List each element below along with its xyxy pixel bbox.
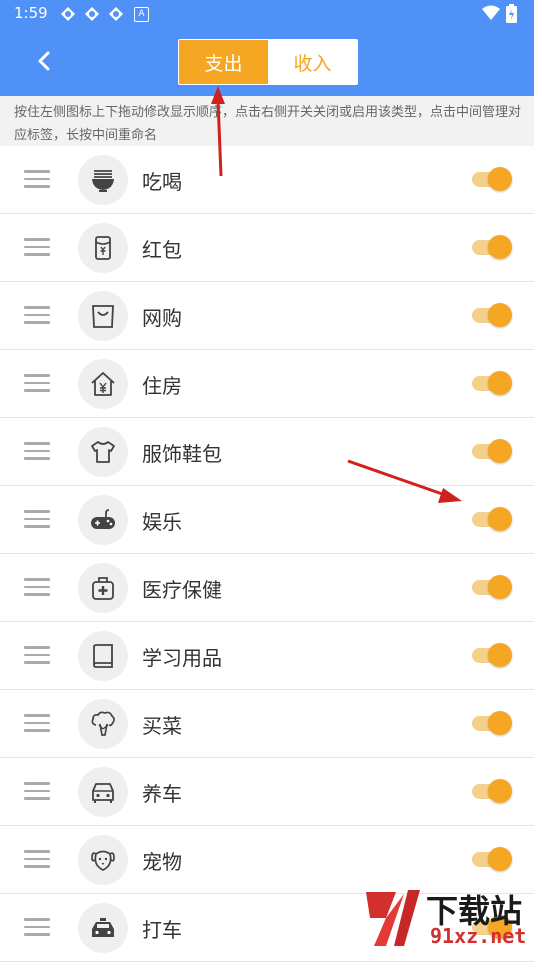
drag-handle-icon[interactable] (24, 850, 50, 870)
dog-icon (91, 850, 115, 871)
category-enable-toggle[interactable] (472, 507, 512, 531)
category-icon-button[interactable] (78, 903, 128, 953)
battery-icon (506, 4, 517, 23)
category-label[interactable]: 吃喝 (142, 166, 182, 195)
category-icon-button[interactable] (78, 223, 128, 273)
red-envelope-icon (95, 236, 111, 260)
category-row[interactable]: 吃喝 (0, 146, 534, 214)
status-bar: 1:59 A (0, 0, 534, 28)
category-label[interactable]: 学习用品 (142, 642, 222, 671)
expense-income-toggle[interactable]: 支出 收入 (178, 39, 358, 85)
drag-handle-icon[interactable] (24, 238, 50, 258)
medical-kit-icon (92, 577, 114, 600)
category-list: 吃喝 红包 网购 住房 服饰鞋包 娱乐 医疗保健 学习用品 买菜 养车 宠物 打… (0, 146, 534, 962)
noodle-bowl-icon (92, 170, 114, 192)
category-row[interactable]: 医疗保健 (0, 554, 534, 622)
category-enable-toggle[interactable] (472, 371, 512, 395)
book-icon (93, 644, 113, 668)
category-icon-button[interactable] (78, 359, 128, 409)
site-watermark: 下载站 91xz.net (356, 884, 534, 950)
drag-handle-icon[interactable] (24, 306, 50, 326)
category-label[interactable]: 网购 (142, 302, 182, 331)
category-icon-button[interactable] (78, 291, 128, 341)
category-enable-toggle[interactable] (472, 779, 512, 803)
taxi-icon (92, 918, 114, 937)
app-notification-icon (109, 7, 123, 21)
drag-handle-icon[interactable] (24, 714, 50, 734)
category-icon-button[interactable] (78, 767, 128, 817)
status-time: 1:59 (14, 4, 48, 22)
instruction-hint: 按住左侧图标上下拖动修改显示顺序，点击右侧开关关闭或启用该类型，点击中间管理对应… (0, 96, 534, 146)
drag-handle-icon[interactable] (24, 918, 50, 938)
hint-text: 按住左侧图标上下拖动修改显示顺序，点击右侧开关关闭或启用该类型，点击中间管理对应… (14, 105, 522, 143)
broccoli-icon (91, 711, 115, 736)
category-row[interactable]: 养车 (0, 758, 534, 826)
drag-handle-icon[interactable] (24, 782, 50, 802)
header-bar: 1:59 A 支出 收入 (0, 0, 534, 96)
category-label[interactable]: 娱乐 (142, 506, 182, 535)
notification-badge-icon: A (134, 7, 149, 22)
category-row[interactable]: 娱乐 (0, 486, 534, 554)
category-enable-toggle[interactable] (472, 847, 512, 871)
drag-handle-icon[interactable] (24, 170, 50, 190)
category-label[interactable]: 宠物 (142, 846, 182, 875)
category-icon-button[interactable] (78, 563, 128, 613)
watermark-logo-icon (366, 890, 420, 946)
category-icon-button[interactable] (78, 427, 128, 477)
drag-handle-icon[interactable] (24, 646, 50, 666)
category-row[interactable]: 网购 (0, 282, 534, 350)
category-label[interactable]: 红包 (142, 234, 182, 263)
category-label[interactable]: 打车 (142, 914, 182, 943)
category-enable-toggle[interactable] (472, 575, 512, 599)
app-notification-icon (85, 7, 99, 21)
category-icon-button[interactable] (78, 699, 128, 749)
category-label[interactable]: 医疗保健 (142, 574, 222, 603)
drag-handle-icon[interactable] (24, 578, 50, 598)
tab-income[interactable]: 收入 (268, 40, 357, 84)
tshirt-icon (91, 441, 115, 463)
category-enable-toggle[interactable] (472, 167, 512, 191)
category-icon-button[interactable] (78, 155, 128, 205)
category-row[interactable]: 买菜 (0, 690, 534, 758)
shopping-bag-icon (92, 305, 114, 328)
category-row[interactable]: 服饰鞋包 (0, 418, 534, 486)
gamepad-icon (91, 509, 115, 529)
category-row[interactable]: 红包 (0, 214, 534, 282)
category-label[interactable]: 买菜 (142, 710, 182, 739)
category-label[interactable]: 服饰鞋包 (142, 438, 222, 467)
back-button[interactable] (30, 46, 60, 76)
category-enable-toggle[interactable] (472, 439, 512, 463)
drag-handle-icon[interactable] (24, 510, 50, 530)
category-label[interactable]: 养车 (142, 778, 182, 807)
category-enable-toggle[interactable] (472, 303, 512, 327)
category-icon-button[interactable] (78, 495, 128, 545)
category-label[interactable]: 住房 (142, 370, 182, 399)
watermark-url: 91xz.net (430, 924, 527, 948)
category-icon-button[interactable] (78, 631, 128, 681)
drag-handle-icon[interactable] (24, 442, 50, 462)
house-yen-icon (91, 372, 115, 396)
category-enable-toggle[interactable] (472, 235, 512, 259)
app-notification-icon (61, 7, 75, 21)
category-row[interactable]: 学习用品 (0, 622, 534, 690)
category-row[interactable]: 住房 (0, 350, 534, 418)
car-icon (92, 783, 114, 803)
wifi-icon (482, 5, 500, 20)
category-enable-toggle[interactable] (472, 643, 512, 667)
drag-handle-icon[interactable] (24, 374, 50, 394)
category-enable-toggle[interactable] (472, 711, 512, 735)
tab-expense[interactable]: 支出 (179, 40, 268, 84)
category-icon-button[interactable] (78, 835, 128, 885)
